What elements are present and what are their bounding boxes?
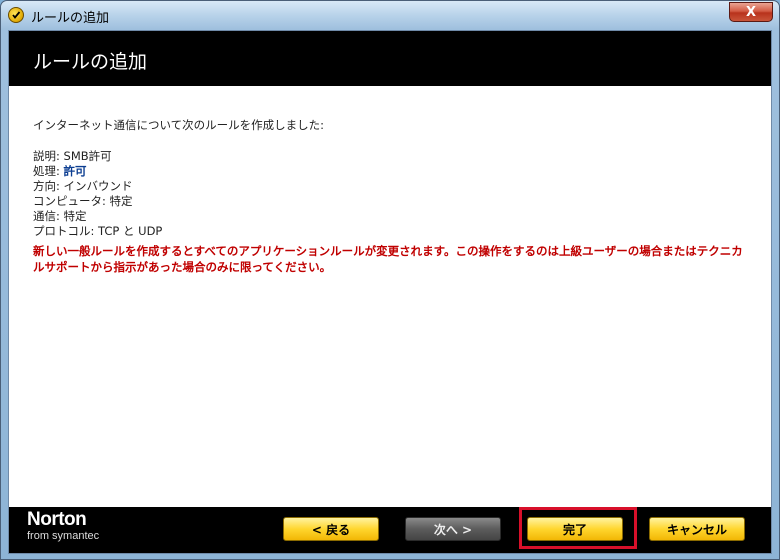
detail-value: SMB許可 <box>63 149 112 163</box>
detail-label: 説明: <box>33 149 64 163</box>
dialog-window: ルールの追加 X ルールの追加 インターネット通信について次のルールを作成しまし… <box>0 0 780 560</box>
title-bar[interactable]: ルールの追加 X <box>1 1 779 29</box>
detail-value: 特定 <box>109 194 133 208</box>
next-button[interactable]: 次へ > <box>405 517 501 541</box>
intro-text: インターネット通信について次のルールを作成しました: <box>33 118 325 132</box>
close-button[interactable]: X <box>729 2 773 22</box>
detail-protocol: プロトコル: TCP と UDP <box>33 224 753 239</box>
finish-button[interactable]: 完了 <box>527 517 623 541</box>
norton-app-icon <box>8 7 24 23</box>
detail-action: 処理: 許可 <box>33 164 753 179</box>
rule-summary: インターネット通信について次のルールを作成しました: 説明: SMB許可 処理:… <box>33 117 753 275</box>
cancel-button[interactable]: キャンセル <box>649 517 745 541</box>
page-title: ルールの追加 <box>33 51 148 73</box>
detail-label: プロトコル: <box>33 224 99 238</box>
norton-logo: Norton from symantec <box>27 509 100 543</box>
detail-label: 方向: <box>33 179 64 193</box>
footer-bar: Norton from symantec < 戻る 次へ > 完了 キャンセル <box>9 507 771 553</box>
close-icon: X <box>745 4 757 20</box>
dialog-body: ルールの追加 インターネット通信について次のルールを作成しました: 説明: SM… <box>8 30 772 554</box>
detail-value: インバウンド <box>63 179 133 193</box>
detail-label: 処理: <box>33 164 64 178</box>
detail-label: コンピュータ: <box>33 194 110 208</box>
detail-value: TCP と UDP <box>98 224 163 238</box>
detail-communication: 通信: 特定 <box>33 209 753 224</box>
detail-direction: 方向: インバウンド <box>33 179 753 194</box>
norton-logo-sub: from symantec <box>27 530 100 542</box>
window-title: ルールの追加 <box>31 11 110 26</box>
back-button[interactable]: < 戻る <box>283 517 379 541</box>
detail-value: 特定 <box>63 209 87 223</box>
detail-description: 説明: SMB許可 <box>33 149 753 164</box>
action-value: 許可 <box>63 164 87 178</box>
warning-text: 新しい一般ルールを作成するとすべてのアプリケーションルールが変更されます。この操… <box>33 244 743 274</box>
header-band: ルールの追加 <box>9 31 771 86</box>
norton-logo-word: Norton <box>27 509 87 530</box>
detail-label: 通信: <box>33 209 64 223</box>
detail-computer: コンピュータ: 特定 <box>33 194 753 209</box>
